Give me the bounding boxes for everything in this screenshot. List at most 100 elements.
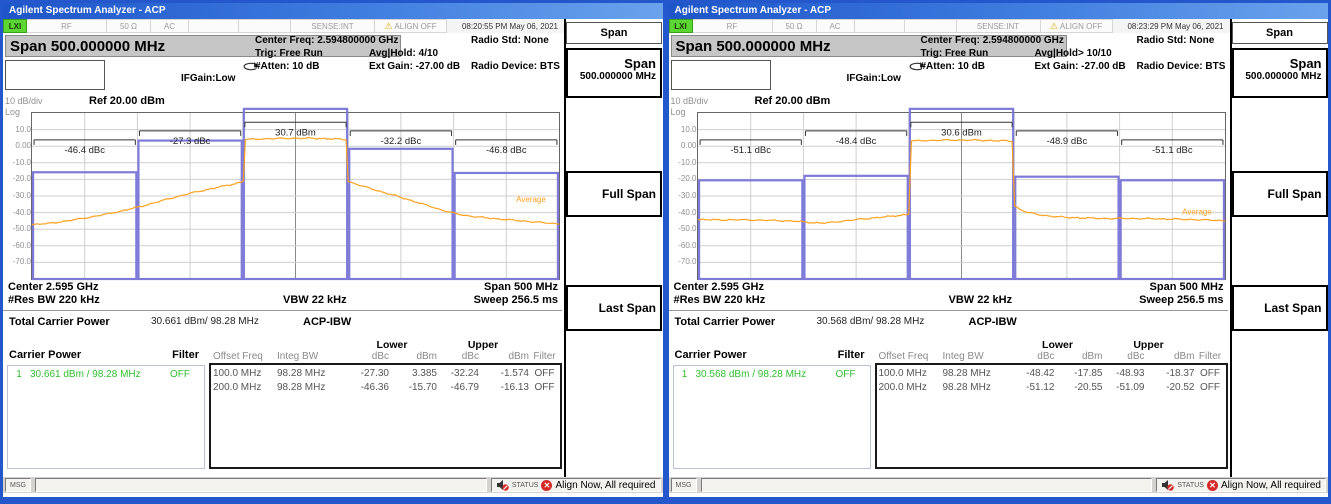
annotation-value-label: 30.7 dBm [275,127,316,138]
annotation-value-label: -51.1 dBc [730,145,771,156]
menu-tab-span[interactable]: Span [566,22,662,44]
span-footer: Span 500 MHz [1150,281,1224,293]
sense-indicator: SENSE:INT [291,19,375,33]
span-button-title: Span [572,56,656,71]
col-offset-freq: Offset Freq [211,351,275,362]
align-status-label: ALIGN OFF [1060,22,1102,31]
measurement-settings: Center Freq: 2.594800000 GHz Radio Std: … [921,34,1228,73]
trig-label: Trig: Free Run [921,47,1035,60]
measurement-settings: Center Freq: 2.594800000 GHz Radio Std: … [255,34,562,73]
offset-cell: OFF [529,382,560,393]
col-lower-dbm: dBm [1055,351,1103,362]
acp-ibw-label: ACP-IBW [303,316,351,328]
softkey-menu: Span Span 500.000000 MHz Full Span Last … [564,19,662,477]
total-carrier-power-label: Total Carrier Power [9,316,110,328]
carrier-filter-value: OFF [170,369,204,380]
function-entry-box [671,60,771,90]
datetime: 08:20:55 PM May 06, 2021 [447,19,564,33]
last-span-button[interactable]: Last Span [566,285,662,331]
group-spacer [941,339,1013,351]
offsets-table: 100.0 MHz 98.28 MHz -27.30 3.385 -32.24 … [209,363,562,469]
carrier-filter-header: Filter [172,349,199,361]
window-titlebar[interactable]: Agilent Spectrum Analyzer - ACP [669,3,1329,19]
measurement-bar: Span 500.000000 MHz IFGain:Low Center Fr… [669,33,1230,93]
center-freq-label: Center Freq: 2.594800000 GHz [255,34,471,47]
offsets-column-headers: Offset Freq Integ BW dBc dBm dBc dBm Fil… [877,351,1226,362]
carrier-filter-header: Filter [838,349,865,361]
offsets-group-lower: Lower [347,339,437,351]
offsets-row: 200.0 MHz 98.28 MHz -51.12 -20.55 -51.09… [877,382,1226,393]
offset-cell: -1.574 [479,368,529,379]
status-message: Align Now, All required [555,480,655,491]
span-button[interactable]: Span 500.000000 MHz [566,48,662,98]
group-spacer [529,339,560,351]
offset-cell: OFF [529,368,560,379]
menu-tab-span[interactable]: Span [1232,22,1328,44]
scale-label: 10 dB/div [671,96,709,106]
ref-level-label: Ref 20.00 dBm [89,95,165,107]
offset-cell: -32.24 [437,368,479,379]
offset-cell: 3.385 [389,368,437,379]
offset-cell: -51.09 [1103,382,1145,393]
y-axis-label: -30.0 [5,191,31,200]
full-span-button[interactable]: Full Span [1232,171,1328,217]
offset-cell: -15.70 [389,382,437,393]
carrier-list: 1 30.661 dBm / 98.28 MHz OFF [7,365,205,469]
carrier-power-header: Carrier Power [675,349,747,361]
y-axis-label: -50.0 [5,224,31,233]
offset-cell: OFF [1195,368,1226,379]
rf-indicator: RF [27,19,107,33]
offsets-table: 100.0 MHz 98.28 MHz -48.42 -17.85 -48.93… [875,363,1228,469]
y-axis-label: 0.00 [671,141,697,150]
carrier-list: 1 30.568 dBm / 98.28 MHz OFF [673,365,871,469]
lxi-indicator: LXI [3,19,27,33]
annunciator-spacer [855,19,905,33]
carrier-value: 30.568 dBm / 98.28 MHz [696,369,836,380]
carrier-index: 1 [674,369,696,380]
message-bar: MSG STATUS ✕ Align Now, All required [3,477,663,493]
ifgain-label: IFGain:Low [181,73,235,84]
offset-cell: 100.0 MHz [877,368,941,379]
annunciator-spacer [239,19,291,33]
last-span-button[interactable]: Last Span [1232,285,1328,331]
col-lower-dbc: dBc [347,351,389,362]
ref-level-label: Ref 20.00 dBm [755,95,831,107]
avg-hold-label: Avg|Hold: 4/10 [369,47,471,60]
trace-name-label: Average [1182,207,1212,216]
speaker-mute-icon [496,479,509,491]
span-footer: Span 500 MHz [484,281,558,293]
msg-field [701,478,1153,492]
message-bar: MSG STATUS ✕ Align Now, All required [669,477,1329,493]
window-titlebar[interactable]: Agilent Spectrum Analyzer - ACP [3,3,663,19]
offset-cell: OFF [1195,382,1226,393]
annunciator-spacer [905,19,957,33]
col-filter: Filter [1195,351,1226,362]
atten-label: #Atten: 10 dB [921,60,1035,73]
full-span-button[interactable]: Full Span [566,171,662,217]
msg-field [35,478,487,492]
msg-label: MSG [5,478,31,492]
center-freq-label: Center Freq: 2.594800000 GHz [921,34,1137,47]
analyzer-window: Agilent Spectrum Analyzer - ACP LXI RF 5… [666,0,1331,504]
col-lower-dbc: dBc [1013,351,1055,362]
measurement-bar: Span 500.000000 MHz IFGain:Low Center Fr… [3,33,564,93]
offset-cell: 98.28 MHz [275,368,347,379]
annotation-value-label: -48.9 dBc [1046,136,1087,147]
atten-label: #Atten: 10 dB [255,60,369,73]
y-axis-label: 10.0 [5,125,31,134]
offset-cell: -51.12 [1013,382,1055,393]
offset-cell: 200.0 MHz [877,382,941,393]
function-entry-box [5,60,105,90]
offset-cell: 98.28 MHz [275,382,347,393]
log-scale-label: Log [671,107,686,117]
y-axis-label: -40.0 [5,208,31,217]
scale-label: 10 dB/div [5,96,43,106]
ext-gain-label: Ext Gain: -27.00 dB [1035,60,1137,73]
y-axis-label: 0.00 [5,141,31,150]
annotation-value-label: 30.6 dBm [941,127,982,138]
sweep-label: Sweep 256.5 ms [474,294,558,306]
span-button[interactable]: Span 500.000000 MHz [1232,48,1328,98]
spectrum-plot: Average-46.4 dBc-27.3 dBc30.7 dBm-32.2 d… [31,112,560,280]
carrier-power-header: Carrier Power [9,349,81,361]
offset-cell: -20.55 [1055,382,1103,393]
